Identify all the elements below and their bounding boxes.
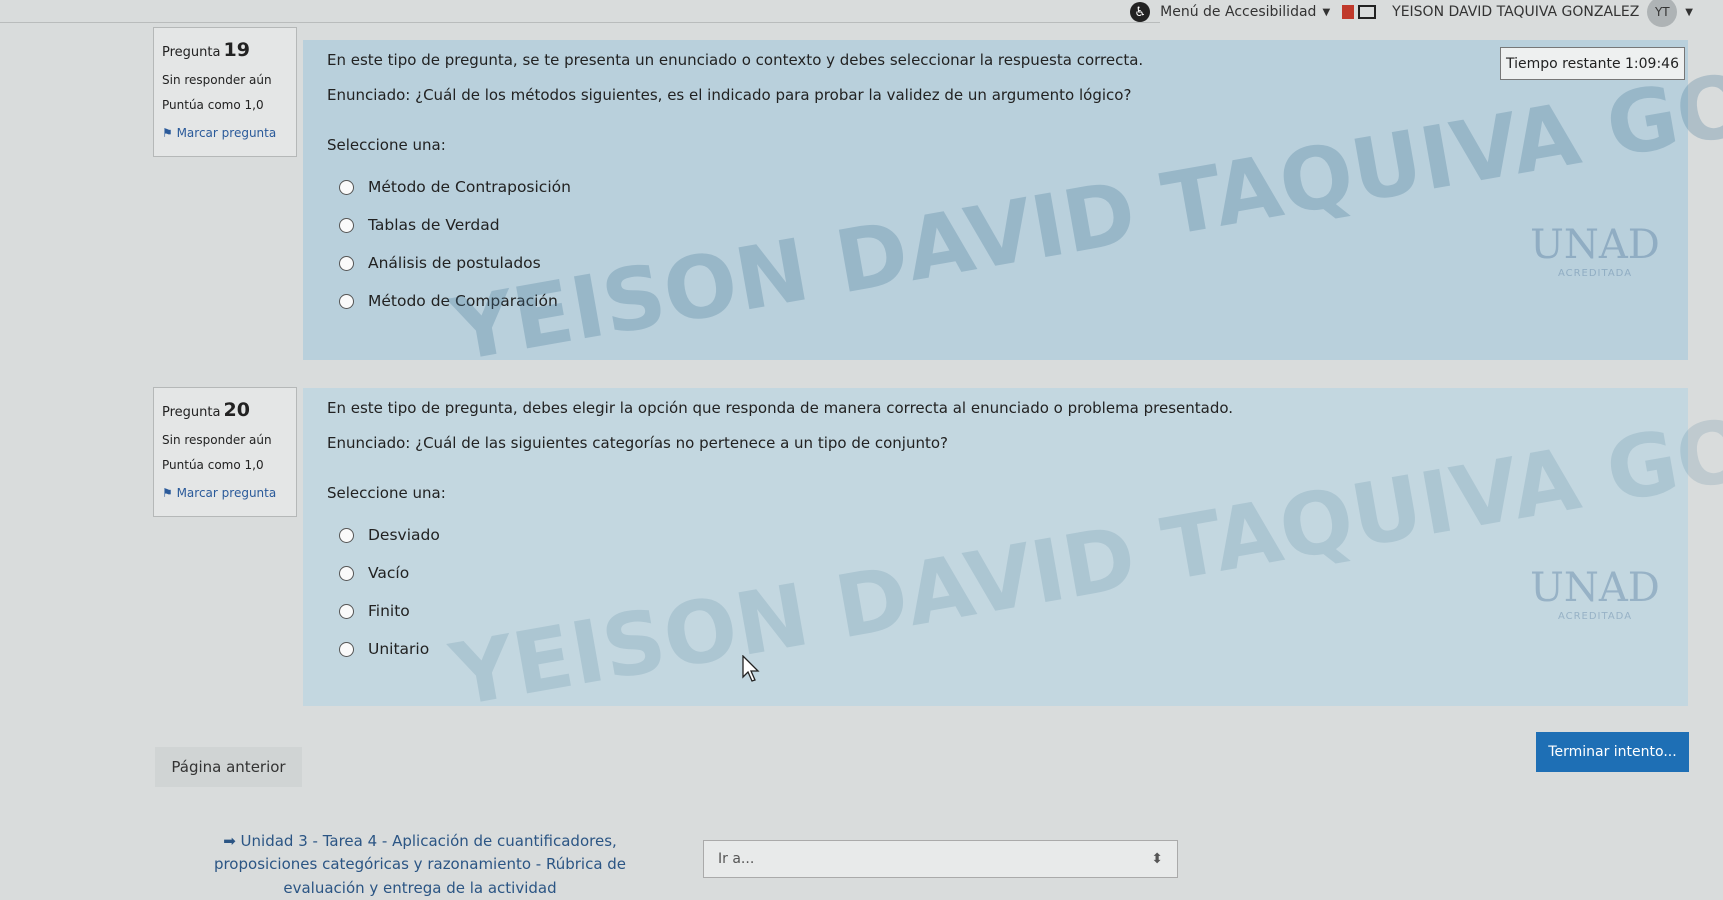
top-bar: ♿ Menú de Accesibilidad ▼ YEISON DAVID T…	[0, 0, 1723, 27]
answer-option[interactable]: Análisis de postulados	[339, 244, 1664, 282]
activity-link[interactable]: ➡ Unidad 3 - Tarea 4 - Aplicación de cua…	[200, 830, 640, 900]
question-status: Sin responder aún	[162, 432, 272, 447]
select-label: Seleccione una:	[327, 484, 446, 502]
question-statement: Enunciado: ¿Cuál de los métodos siguient…	[327, 86, 1132, 104]
flag-icon: ⚑	[162, 485, 177, 500]
question-intro: En este tipo de pregunta, se te presenta…	[327, 51, 1144, 69]
user-menu-chevron-icon[interactable]: ▼	[1685, 7, 1693, 18]
select-label: Seleccione una:	[327, 136, 446, 154]
unad-logo: UNAD ACREDITADA	[1530, 565, 1660, 622]
unad-logo: UNAD ACREDITADA	[1530, 222, 1660, 279]
jump-to-select[interactable]: Ir a... ⬍	[703, 840, 1178, 878]
messages-icon[interactable]	[1342, 3, 1382, 21]
accessibility-menu[interactable]: Menú de Accesibilidad	[1160, 4, 1316, 20]
radio-button[interactable]	[339, 527, 354, 543]
question-number: Pregunta 20	[162, 399, 250, 421]
chevron-down-icon[interactable]: ▼	[1322, 7, 1330, 18]
avatar[interactable]: YT	[1647, 0, 1678, 27]
radio-button[interactable]	[339, 641, 354, 657]
previous-page-button[interactable]: Página anterior	[155, 747, 302, 787]
radio-button[interactable]	[339, 179, 354, 195]
jump-to-label: Ir a...	[718, 851, 755, 867]
flag-question-button[interactable]: ⚑ Marcar pregunta	[162, 126, 288, 142]
flag-question-button[interactable]: ⚑ Marcar pregunta	[162, 486, 288, 502]
radio-button[interactable]	[339, 255, 354, 271]
question-number: Pregunta 19	[162, 39, 250, 61]
question-info-20: Pregunta 20 Sin responder aún Puntúa como…	[153, 387, 297, 517]
question-score: Puntúa como 1,0	[162, 458, 264, 473]
finish-attempt-button[interactable]: Terminar intento...	[1536, 732, 1689, 772]
answer-option[interactable]: Método de Contraposición	[339, 168, 1664, 206]
radio-button[interactable]	[339, 565, 354, 581]
user-name[interactable]: YEISON DAVID TAQUIVA GONZALEZ	[1392, 4, 1639, 20]
question-status: Sin responder aún	[162, 72, 272, 87]
answer-option[interactable]: Unitario	[339, 630, 1664, 668]
select-arrows-icon: ⬍	[1151, 851, 1163, 867]
radio-button[interactable]	[339, 293, 354, 309]
answer-option[interactable]: Vacío	[339, 554, 1664, 592]
answer-option[interactable]: Finito	[339, 592, 1664, 630]
radio-button[interactable]	[339, 603, 354, 619]
question-statement: Enunciado: ¿Cuál de las siguientes categ…	[327, 434, 948, 452]
question-intro: En este tipo de pregunta, debes elegir l…	[327, 399, 1234, 417]
flag-icon: ⚑	[162, 125, 177, 140]
mouse-cursor-icon	[742, 655, 760, 682]
radio-button[interactable]	[339, 217, 354, 233]
accessibility-icon[interactable]: ♿	[1130, 2, 1151, 22]
top-divider	[0, 22, 1160, 23]
time-remaining: Tiempo restante 1:09:46	[1500, 47, 1685, 80]
question-score: Puntúa como 1,0	[162, 98, 264, 113]
answer-option[interactable]: Tablas de Verdad	[339, 206, 1664, 244]
question-content-20: En este tipo de pregunta, debes elegir l…	[303, 388, 1688, 706]
question-content-19: En este tipo de pregunta, se te presenta…	[303, 40, 1688, 360]
answer-option[interactable]: Desviado	[339, 516, 1664, 554]
answer-option[interactable]: Método de Comparación	[339, 282, 1664, 320]
question-info-19: Pregunta 19 Sin responder aún Puntúa como…	[153, 27, 297, 157]
